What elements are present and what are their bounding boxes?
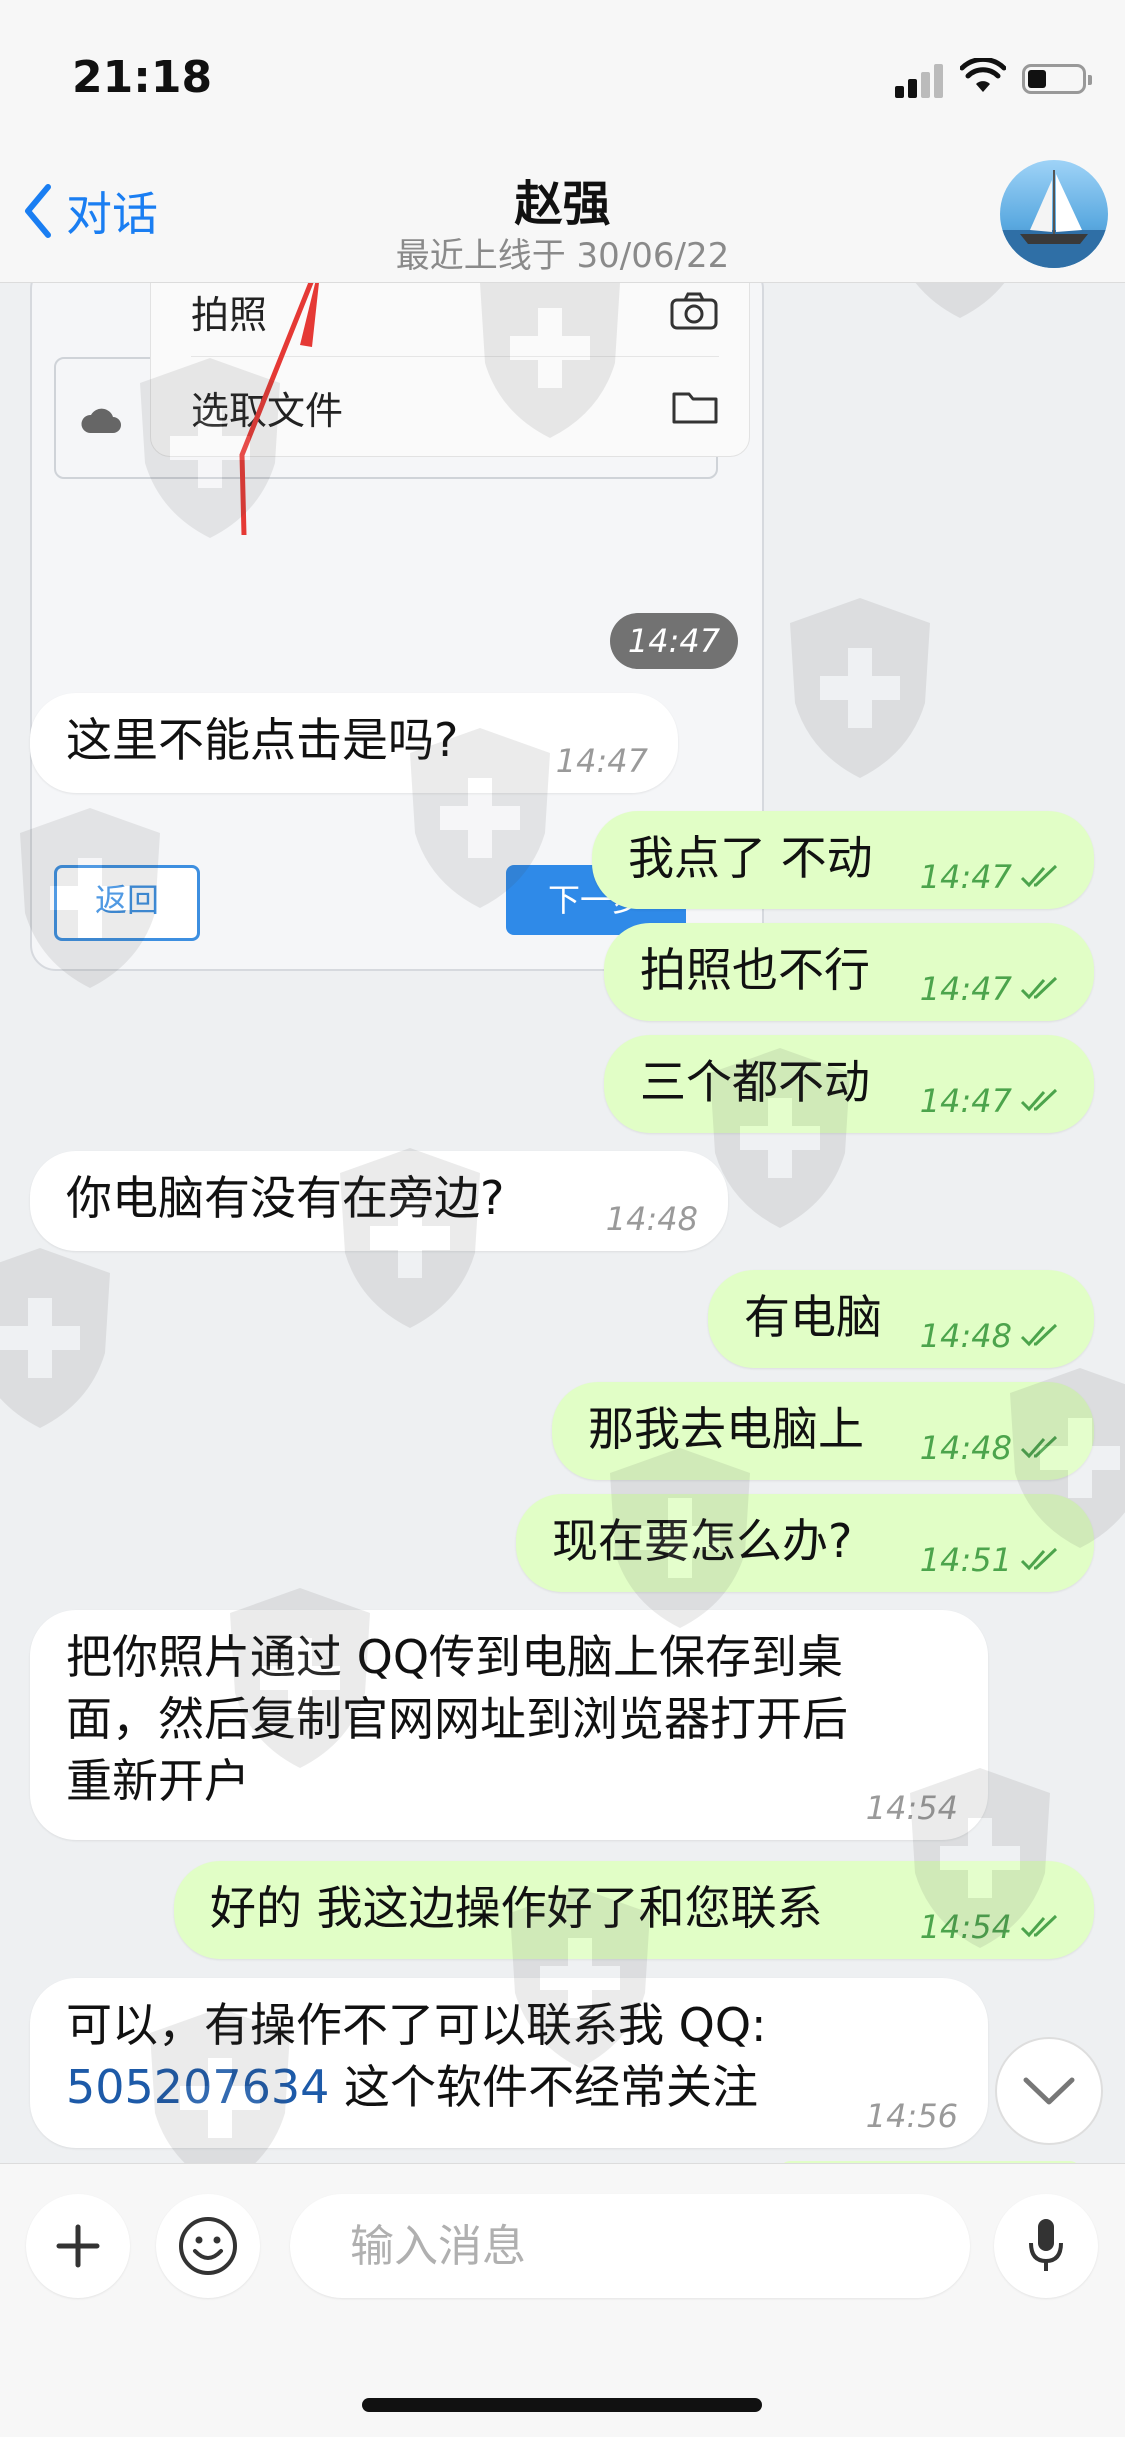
message-meta: 14:48 xyxy=(920,1432,1064,1464)
message-list[interactable]: 拍照 选取文件 返回 下一步 14:47 这里不能点击是吗? 14:47 我点了… xyxy=(0,283,1125,2163)
folder-icon xyxy=(672,392,718,424)
message-text: 这里不能点击是吗? xyxy=(66,713,459,767)
message-time: 14:48 xyxy=(919,1317,1012,1355)
shield-watermark-icon xyxy=(0,1248,110,1428)
microphone-icon xyxy=(1029,2219,1063,2271)
emoji-button[interactable] xyxy=(156,2194,260,2298)
chat-header: 对话 赵强 最近上线于 30/06/22 xyxy=(0,140,1125,283)
message-text: 拍照也不行 xyxy=(640,943,870,997)
cloud-upload-icon xyxy=(80,405,122,439)
message-time: 14:47 xyxy=(919,970,1012,1008)
message-time: 14:54 xyxy=(919,1908,1012,1946)
red-arrow-annotation xyxy=(239,283,319,536)
message-text: 你电脑有没有在旁边? xyxy=(66,1171,505,1225)
message-text-rest: 这个软件不经常关注 xyxy=(344,2060,759,2114)
message-meta: 14:47 xyxy=(920,973,1064,1005)
shield-watermark-icon xyxy=(915,283,1005,318)
message-text: 好的 我这边操作好了和您联系 xyxy=(210,1881,823,1935)
message-input[interactable] xyxy=(290,2194,970,2298)
message-meta: 14:47 xyxy=(920,861,1064,893)
wifi-icon xyxy=(959,56,1007,98)
message-bubble-incoming[interactable]: 可以，有操作不了可以联系我 QQ: 505207634 这个软件不经常关注 14… xyxy=(30,1978,988,2148)
message-time: 14:48 xyxy=(605,1200,698,1238)
message-bubble-incoming[interactable]: 你电脑有没有在旁边? 14:48 xyxy=(30,1151,728,1251)
double-check-icon xyxy=(1020,864,1058,888)
message-meta: 14:51 xyxy=(920,1544,1064,1576)
message-meta: 14:47 xyxy=(556,745,648,777)
message-text-line: 可以，有操作不了可以联系我 QQ: xyxy=(66,1998,767,2052)
message-bubble-outgoing[interactable]: 三个都不动 14:47 xyxy=(604,1035,1094,1133)
smiley-icon xyxy=(179,2217,237,2275)
double-check-icon xyxy=(1020,976,1058,1000)
message-text: 现在要怎么办? xyxy=(552,1514,853,1568)
attach-button[interactable] xyxy=(26,2194,130,2298)
scroll-to-bottom-button[interactable] xyxy=(995,2037,1103,2145)
message-time: 14:47 xyxy=(555,742,648,780)
message-bubble-outgoing[interactable]: 我点了 不动 14:47 xyxy=(592,811,1094,909)
status-bar: 21:18 xyxy=(0,0,1125,140)
last-seen-status: 最近上线于 30/06/22 xyxy=(395,236,730,276)
message-time: 14:56 xyxy=(865,2097,958,2135)
status-time: 21:18 xyxy=(72,52,213,103)
voice-record-button[interactable] xyxy=(994,2194,1098,2298)
image-timestamp: 14:47 xyxy=(610,613,738,669)
image-back-button: 返回 xyxy=(54,865,200,941)
cellular-signal-icon xyxy=(895,62,945,98)
message-text: 有电脑 xyxy=(744,1290,882,1344)
message-time: 14:48 xyxy=(919,1429,1012,1467)
message-meta: 14:56 xyxy=(866,2100,958,2132)
chevron-down-icon xyxy=(1023,2077,1075,2105)
message-text-line: 重新开户 xyxy=(66,1754,250,1808)
message-text: 我点了 不动 xyxy=(628,831,873,885)
double-check-icon xyxy=(1020,1088,1058,1112)
message-bubble-outgoing[interactable]: 那我去电脑上 14:48 xyxy=(552,1382,1094,1480)
message-bubble-outgoing[interactable]: 好的 我这边操作好了和您联系 14:54 xyxy=(174,1861,1094,1959)
message-meta: 14:48 xyxy=(606,1203,698,1235)
message-bubble-outgoing[interactable]: 拍照也不行 14:47 xyxy=(604,923,1094,1021)
message-bubble-outgoing[interactable]: 有电脑 14:48 xyxy=(708,1270,1094,1368)
shield-watermark-icon xyxy=(790,598,930,778)
message-bubble-incoming[interactable]: 把你照片通过 QQ传到电脑上保存到桌 面，然后复制官网网址到浏览器打开后 重新开… xyxy=(30,1610,988,1840)
message-input-bar xyxy=(0,2163,1125,2437)
message-bubble-outgoing[interactable]: 现在要怎么办? 14:51 xyxy=(516,1494,1094,1592)
message-bubble-incoming[interactable]: 这里不能点击是吗? 14:47 xyxy=(30,693,678,793)
message-meta: 14:48 xyxy=(920,1320,1064,1352)
message-meta: 14:54 xyxy=(920,1911,1064,1943)
double-check-icon xyxy=(1020,1435,1058,1459)
double-check-icon xyxy=(1020,1323,1058,1347)
message-text: 那我去电脑上 xyxy=(588,1402,864,1456)
message-text: 三个都不动 xyxy=(640,1055,870,1109)
message-meta: 14:54 xyxy=(866,1792,958,1824)
message-time: 14:54 xyxy=(865,1789,958,1827)
qq-number-link[interactable]: 505207634 xyxy=(66,2060,329,2114)
avatar[interactable] xyxy=(1000,160,1108,268)
contact-name[interactable]: 赵强 xyxy=(0,164,1125,234)
message-text-line-2: 505207634 这个软件不经常关注 xyxy=(66,2056,952,2118)
camera-icon xyxy=(670,292,718,330)
message-text-line: 面，然后复制官网网址到浏览器打开后 xyxy=(66,1692,848,1746)
message-time: 14:47 xyxy=(919,858,1012,896)
double-check-icon xyxy=(1020,1547,1058,1571)
message-time: 14:51 xyxy=(919,1541,1012,1579)
message-text-line: 把你照片通过 QQ传到电脑上保存到桌 xyxy=(66,1630,844,1684)
message-meta: 14:47 xyxy=(920,1085,1064,1117)
plus-icon xyxy=(56,2224,100,2268)
message-time: 14:47 xyxy=(919,1082,1012,1120)
double-check-icon xyxy=(1020,1914,1058,1938)
battery-icon xyxy=(1022,64,1092,94)
home-indicator xyxy=(362,2398,762,2412)
